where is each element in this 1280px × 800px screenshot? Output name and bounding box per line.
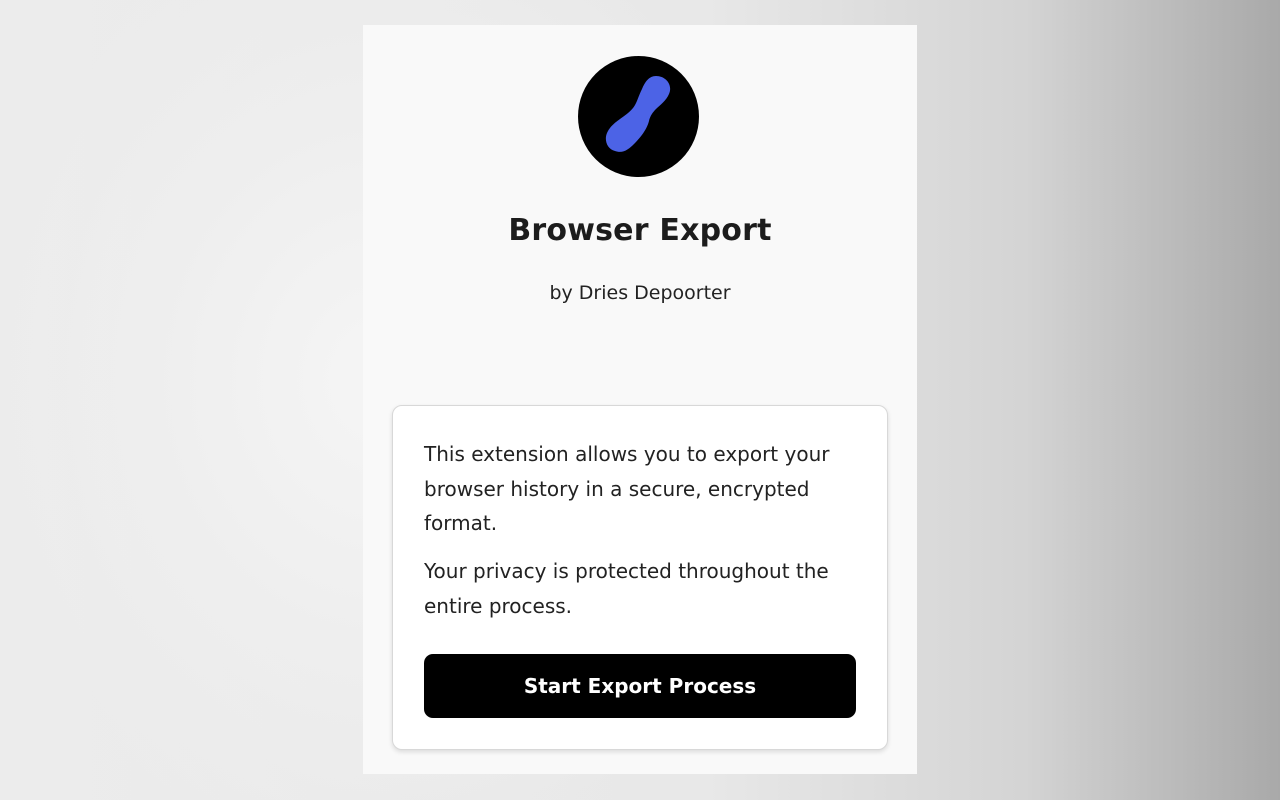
start-export-button[interactable]: Start Export Process: [424, 654, 856, 718]
app-logo: [578, 56, 699, 177]
extension-popup: Browser Export by Dries Depoorter This e…: [363, 25, 917, 774]
app-title: Browser Export: [508, 213, 772, 248]
link-capsule-icon: [605, 76, 671, 152]
app-author: by Dries Depoorter: [549, 282, 731, 304]
info-card: This extension allows you to export your…: [392, 405, 888, 750]
description-text: This extension allows you to export your…: [424, 442, 830, 535]
privacy-text: Your privacy is protected throughout the…: [424, 559, 829, 618]
